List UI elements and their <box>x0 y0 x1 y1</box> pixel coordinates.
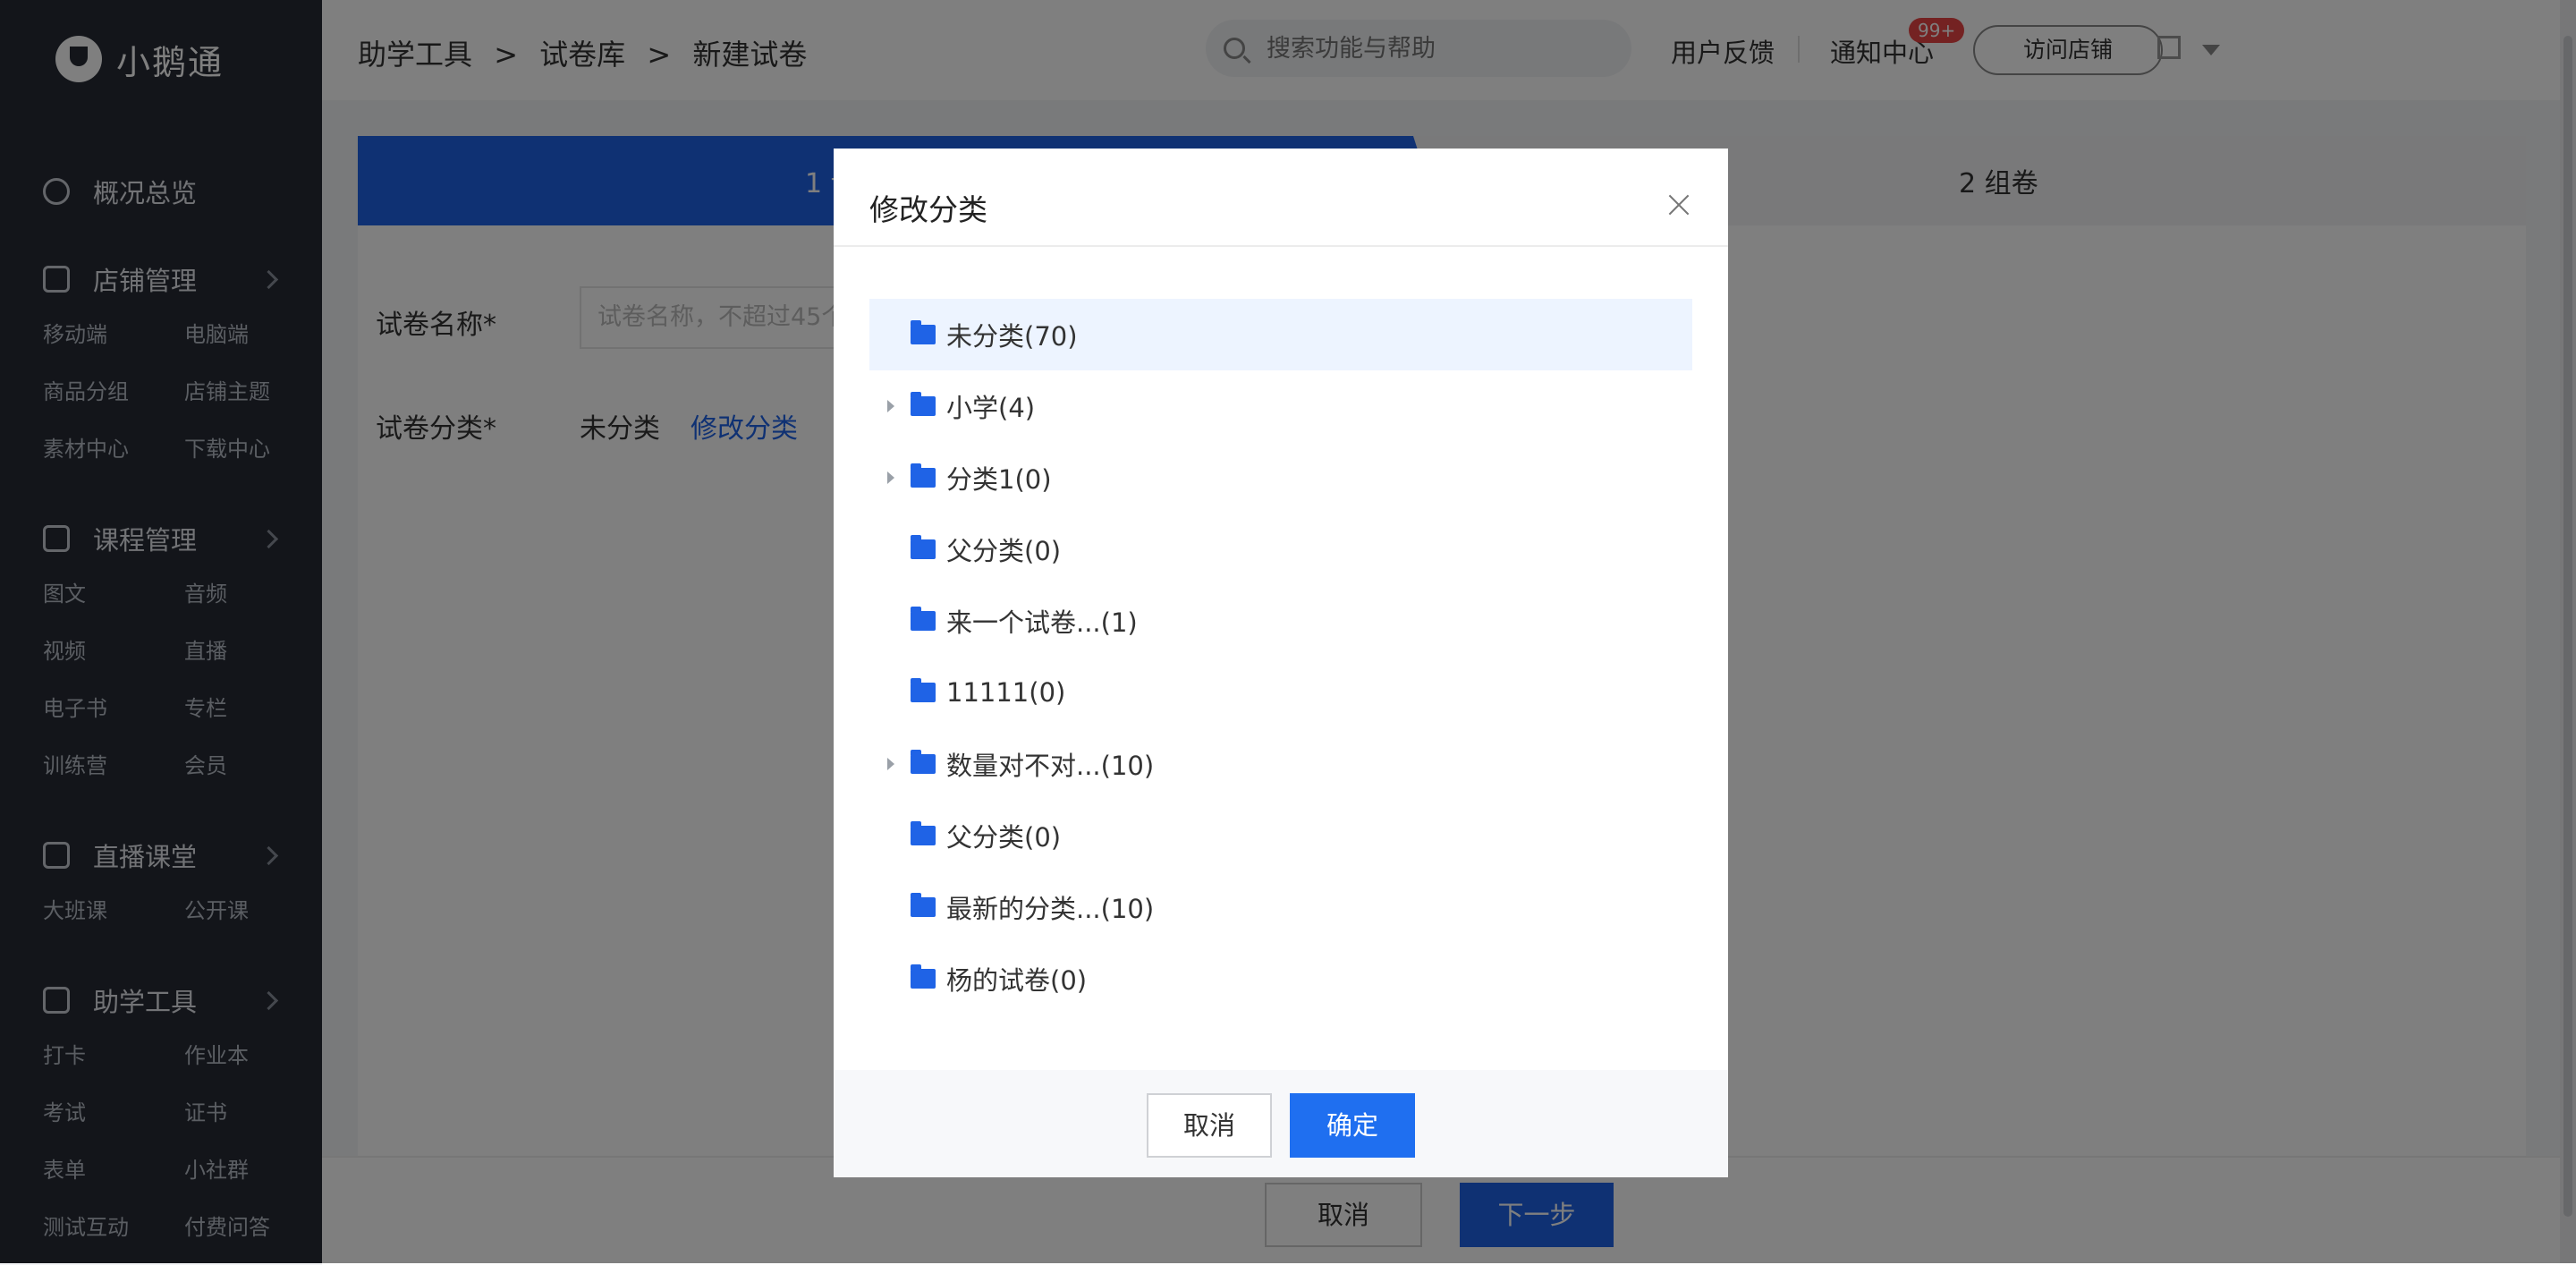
folder-icon <box>911 535 936 559</box>
category-tree: 未分类(70) 小学(4) 分类1(0) 父分类(0) 来一个试卷...(1) … <box>869 299 1692 1015</box>
confirm-button[interactable]: 确定 <box>1290 1093 1415 1158</box>
tree-node-label: 父分类(0) <box>946 822 1062 853</box>
tree-node[interactable]: 分类1(0) <box>869 442 1692 514</box>
modal-title: 修改分类 <box>869 192 987 227</box>
folder-icon <box>911 750 936 774</box>
tree-node[interactable]: 来一个试卷...(1) <box>869 585 1692 657</box>
tree-node-label: 小学(4) <box>946 393 1036 423</box>
cancel-button[interactable]: 取消 <box>1147 1093 1272 1158</box>
folder-icon <box>911 821 936 845</box>
folder-icon <box>911 964 936 989</box>
caret-right-icon[interactable] <box>887 758 894 770</box>
modal-footer: 取消 确定 <box>834 1070 1728 1177</box>
folder-icon <box>911 607 936 631</box>
folder-icon <box>911 392 936 416</box>
tree-node-label: 11111(0) <box>946 677 1066 708</box>
tree-node[interactable]: 未分类(70) <box>869 299 1692 370</box>
folder-icon <box>911 893 936 917</box>
tree-node-label: 分类1(0) <box>946 464 1052 495</box>
modal-header: 修改分类 <box>834 149 1728 247</box>
folder-icon <box>911 678 936 702</box>
tree-node[interactable]: 杨的试卷(0) <box>869 943 1692 1015</box>
tree-node[interactable]: 11111(0) <box>869 657 1692 728</box>
tree-node[interactable]: 小学(4) <box>869 370 1692 442</box>
tree-node[interactable]: 数量对不对...(10) <box>869 728 1692 800</box>
edit-category-modal: 修改分类 未分类(70) 小学(4) 分类1(0) 父分类(0) 来一个试卷..… <box>834 149 1728 1177</box>
tree-node-label: 数量对不对...(10) <box>946 751 1155 781</box>
tree-node-label: 未分类(70) <box>946 321 1078 352</box>
tree-node[interactable]: 最新的分类...(10) <box>869 871 1692 943</box>
tree-node-label: 杨的试卷(0) <box>946 965 1088 996</box>
folder-icon <box>911 463 936 488</box>
close-icon[interactable] <box>1665 191 1692 218</box>
caret-right-icon[interactable] <box>887 400 894 412</box>
caret-right-icon[interactable] <box>887 471 894 484</box>
tree-node-label: 最新的分类...(10) <box>946 894 1155 924</box>
tree-node[interactable]: 父分类(0) <box>869 514 1692 585</box>
folder-icon <box>911 320 936 344</box>
tree-node-label: 父分类(0) <box>946 536 1062 566</box>
tree-node-label: 来一个试卷...(1) <box>946 607 1138 638</box>
tree-node[interactable]: 父分类(0) <box>869 800 1692 871</box>
